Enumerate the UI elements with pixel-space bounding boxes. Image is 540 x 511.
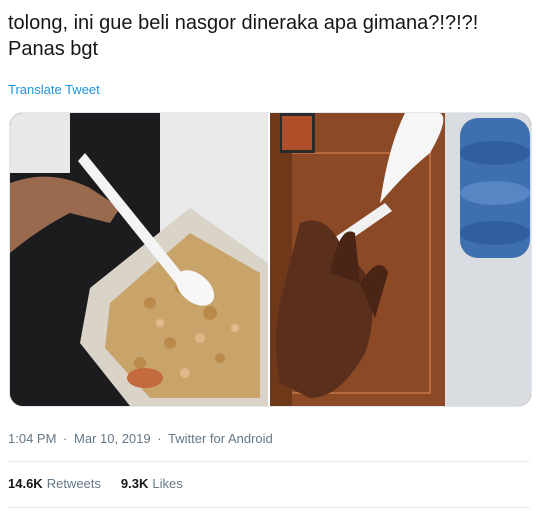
- melted-spoon-image: [270, 113, 531, 406]
- photo-fried-rice-box[interactable]: [10, 113, 268, 406]
- retweets-label: Retweets: [46, 476, 101, 491]
- likes-stat[interactable]: 9.3K Likes: [121, 476, 183, 491]
- photo-melted-spoon[interactable]: [270, 113, 531, 406]
- divider: [8, 507, 530, 508]
- tweet-text: tolong, ini gue beli nasgor dineraka apa…: [8, 12, 479, 60]
- tweet-meta: 1:04 PM · Mar 10, 2019 · Twitter for And…: [8, 431, 276, 446]
- retweets-stat[interactable]: 14.6K Retweets: [8, 476, 101, 491]
- fried-rice-image: [10, 113, 268, 406]
- tweet-source[interactable]: Twitter for Android: [168, 431, 273, 446]
- translate-tweet-link[interactable]: Translate Tweet: [8, 82, 100, 97]
- tweet-stats: 14.6K Retweets 9.3K Likes: [8, 476, 183, 491]
- retweets-count: 14.6K: [8, 476, 43, 491]
- likes-label: Likes: [152, 476, 183, 491]
- likes-count: 9.3K: [120, 476, 149, 491]
- meta-separator: ·: [63, 431, 68, 446]
- tweet-media: [9, 112, 532, 407]
- tweet-date[interactable]: Mar 10, 2019: [74, 431, 151, 446]
- tweet-time[interactable]: 1:04 PM: [8, 431, 56, 446]
- divider: [8, 461, 530, 462]
- meta-separator: ·: [157, 431, 162, 446]
